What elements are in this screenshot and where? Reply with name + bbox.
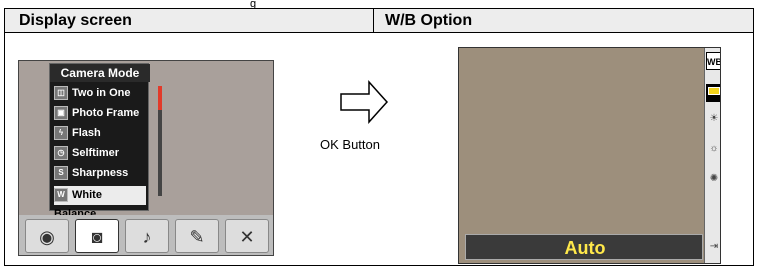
fluorescent-icon[interactable]: ☼	[706, 140, 720, 158]
menu-item-flash[interactable]: ϟ Flash	[54, 124, 146, 143]
exit-icon[interactable]: ⇥	[706, 238, 720, 256]
daylight-icon[interactable]: ☀	[706, 110, 720, 128]
camera-mode-menu: Camera Mode ◫ Two in One ▣ Photo Frame ϟ Fl…	[49, 63, 162, 220]
microphone-icon[interactable]: ♪	[125, 219, 169, 253]
menu-item-two-in-one[interactable]: ◫ Two in One	[54, 84, 146, 103]
camera-mode-screen: Camera Mode ◫ Two in One ▣ Photo Frame ϟ Fl…	[18, 60, 274, 256]
cropped-top-text: g	[250, 0, 257, 8]
selftimer-icon: ◷	[54, 146, 68, 161]
menu-item-label: Sharpness	[72, 167, 129, 179]
tungsten-icon[interactable]: ✺	[706, 170, 720, 188]
photo-frame-icon: ▣	[54, 106, 68, 121]
menu-item-label: Two in One	[72, 87, 131, 99]
menu-item-sharpness[interactable]: S Sharpness	[54, 164, 146, 183]
menu-scrollbar[interactable]	[158, 86, 162, 196]
header-wb-option: W/B Option	[385, 12, 473, 29]
menu-item-photo-frame[interactable]: ▣ Photo Frame	[54, 104, 146, 123]
header-divider	[373, 9, 374, 33]
sharpness-icon: S	[54, 166, 68, 181]
current-option-bar: Auto	[465, 234, 703, 260]
scrollbar-thumb[interactable]	[158, 86, 162, 110]
wb-badge: WB	[706, 52, 720, 70]
auto-wb-icon[interactable]	[706, 84, 720, 102]
palette-icon[interactable]: ✎	[175, 219, 219, 253]
menu-item-label: Selftimer	[72, 147, 120, 159]
mode-icon-bar: ◉ ◙ ♪ ✎ ✕	[19, 215, 273, 255]
tools-icon[interactable]: ✕	[225, 219, 269, 253]
table-header-row: Display screen W/B Option	[5, 9, 753, 33]
two-in-one-icon: ◫	[54, 86, 68, 101]
flash-icon: ϟ	[54, 126, 68, 141]
menu-item-selftimer[interactable]: ◷ Selftimer	[54, 144, 146, 163]
current-option-label: Auto	[564, 238, 606, 258]
menu-item-label: Flash	[72, 127, 101, 139]
camera-icon[interactable]: ◙	[75, 219, 119, 253]
ok-button-label: OK Button	[320, 137, 380, 152]
menu-item-label: Photo Frame	[72, 107, 140, 119]
film-reel-icon[interactable]: ◉	[25, 219, 69, 253]
wb-option-bar: WB ☀ ☼ ✺ ⇥	[704, 48, 720, 263]
menu-item-white-balance[interactable]: W White Balance	[54, 186, 146, 220]
menu-title: Camera Mode	[50, 64, 150, 82]
wb-option-screen: WB ☀ ☼ ✺ ⇥ Auto	[458, 47, 721, 264]
right-arrow-icon	[340, 80, 389, 124]
header-display-screen: Display screen	[19, 12, 132, 29]
white-balance-icon: W	[54, 188, 68, 203]
